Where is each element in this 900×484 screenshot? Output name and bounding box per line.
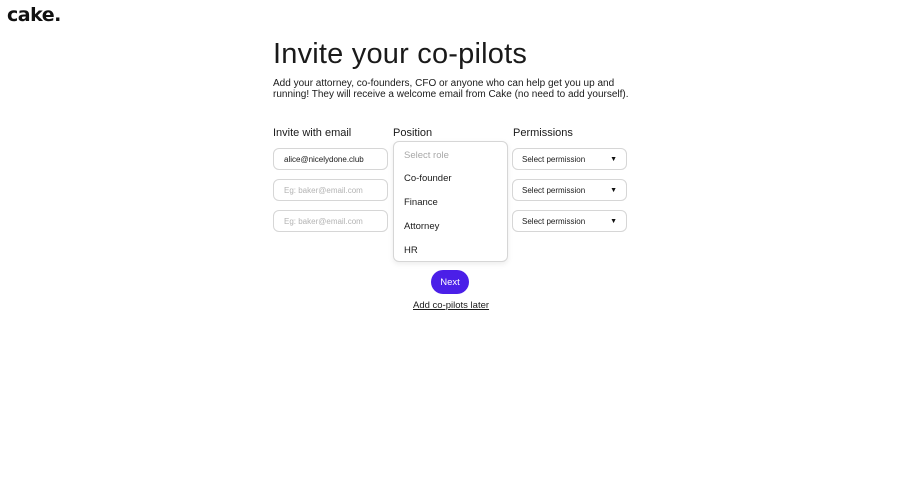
position-column-header: Position [393, 127, 433, 139]
position-option-co-founder[interactable]: Co-founder [404, 173, 452, 184]
email-input-1[interactable] [273, 148, 388, 170]
permission-select-2[interactable]: Select permission ▼ [512, 179, 627, 201]
permission-select-label: Select permission [522, 216, 586, 226]
position-dropdown: Select role Co-founder Finance Attorney … [393, 141, 508, 262]
email-column-header: Invite with email [273, 127, 352, 139]
position-option-finance[interactable]: Finance [404, 197, 438, 208]
position-option-attorney[interactable]: Attorney [404, 221, 439, 232]
email-input-2[interactable] [273, 179, 388, 201]
position-option-hr[interactable]: HR [404, 245, 418, 256]
page-subtitle: Add your attorney, co-founders, CFO or a… [273, 78, 629, 100]
page-title: Invite your co-pilots [273, 38, 528, 70]
permission-select-label: Select permission [522, 185, 586, 195]
add-co-pilots-later-link[interactable]: Add co-pilots later [413, 300, 489, 311]
next-button[interactable]: Next [431, 270, 469, 294]
permission-select-1[interactable]: Select permission ▼ [512, 148, 627, 170]
position-select-placeholder[interactable]: Select role [404, 150, 449, 161]
permissions-column-header: Permissions [513, 127, 573, 139]
caret-down-icon: ▼ [610, 186, 617, 194]
cake-logo[interactable]: cake. [7, 4, 61, 26]
caret-down-icon: ▼ [610, 155, 617, 163]
permission-select-label: Select permission [522, 154, 586, 164]
email-input-3[interactable] [273, 210, 388, 232]
permission-select-3[interactable]: Select permission ▼ [512, 210, 627, 232]
caret-down-icon: ▼ [610, 217, 617, 225]
